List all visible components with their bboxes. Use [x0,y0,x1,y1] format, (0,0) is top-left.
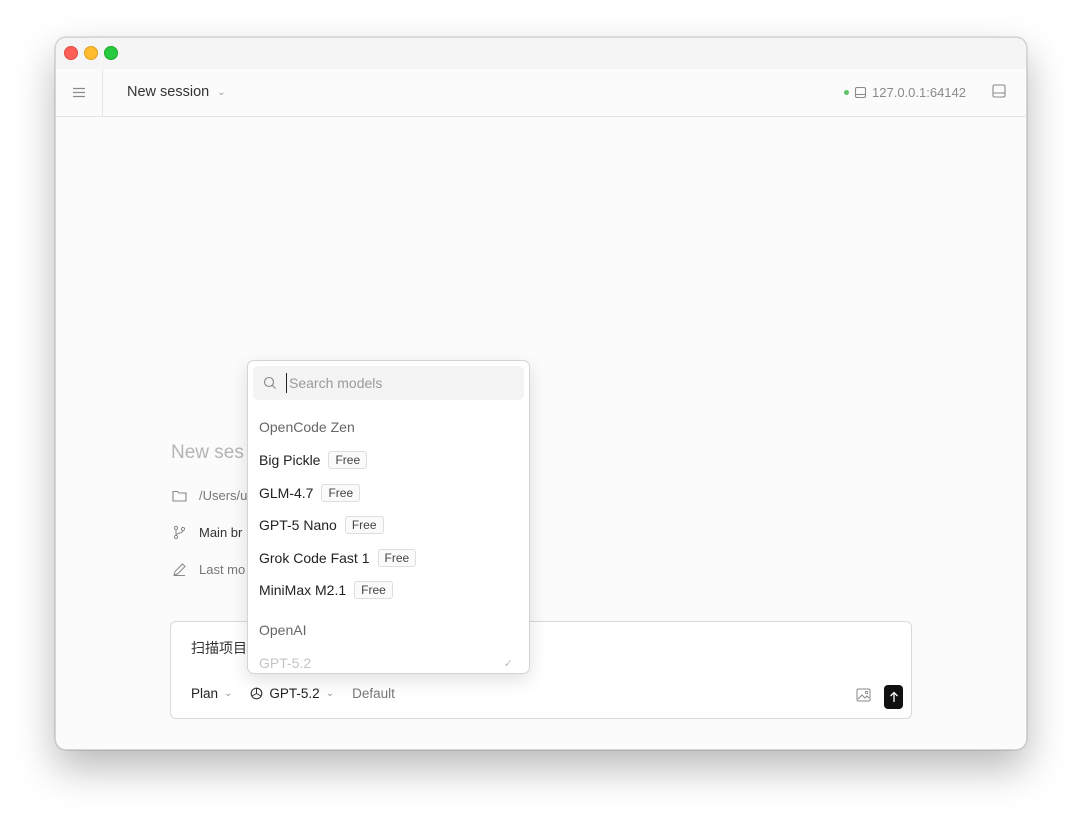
sidebar-toggle-button[interactable] [56,69,103,116]
pencil-icon [173,563,186,576]
arrow-up-icon [889,691,898,702]
model-name: MiniMax M2.1 [259,582,347,598]
folder-icon [172,490,187,502]
server-status[interactable]: 127.0.0.1:64142 [844,85,966,100]
search-icon [263,376,276,389]
variant-selector[interactable]: Default [352,686,395,701]
session-title-dropdown[interactable]: New session ⌄ [127,84,226,100]
last-modified-row: Last mo [172,562,245,577]
variant-label: Default [352,686,395,701]
session-title: New session [127,84,210,100]
mode-label: Plan [191,686,219,701]
model-selector[interactable]: GPT-5.2 ⌄ [250,686,334,701]
selected-check-icon: ✓ [503,658,513,670]
model-option-minimax-m2-1[interactable]: MiniMax M2.1 Free [259,581,393,599]
mode-selector[interactable]: Plan ⌄ [191,686,232,701]
model-option-gpt-5-nano[interactable]: GPT-5 Nano Free [259,516,384,534]
new-session-heading: New ses [171,442,244,463]
minimize-window-button[interactable] [84,46,98,60]
group-label-opencode-zen: OpenCode Zen [259,419,355,435]
free-badge: Free [344,516,384,534]
free-badge: Free [328,451,368,469]
model-picker-dropdown: OpenCode Zen Big Pickle Free GLM-4.7 Fre… [247,360,530,674]
model-label: GPT-5.2 [269,686,320,701]
model-option-big-pickle[interactable]: Big Pickle Free [259,451,368,469]
last-modified: Last mo [199,562,246,577]
model-option-gpt-5-2[interactable]: GPT-5.2 [259,655,311,671]
close-window-button[interactable] [64,46,78,60]
attach-image-button[interactable] [856,688,871,707]
project-path: /Users/u [199,488,248,503]
branch-name: Main br [199,525,243,540]
free-badge: Free [321,484,361,502]
send-button[interactable] [884,685,903,709]
toggle-panel-button[interactable] [992,84,1006,103]
hamburger-menu-icon [73,87,85,98]
chevron-down-icon: ⌄ [325,688,335,699]
chevron-down-icon: ⌄ [224,688,233,699]
model-option-grok-code-fast-1[interactable]: Grok Code Fast 1 Free [259,549,417,567]
status-online-dot [844,90,850,95]
chevron-down-icon: ⌄ [217,86,226,98]
panel-bottom-icon [992,84,1006,98]
model-search-box [253,366,524,400]
title-bar [56,38,1026,70]
session-header: New session ⌄ 127.0.0.1:64142 [56,69,1026,117]
server-address: 127.0.0.1:64142 [872,85,966,100]
branch-row: Main br [172,525,242,540]
model-name: GLM-4.7 [259,485,314,501]
image-icon [856,688,871,702]
server-icon [854,86,867,99]
model-option-glm-4-7[interactable]: GLM-4.7 Free [259,484,361,502]
project-path-row: /Users/u [172,488,247,503]
model-search-input[interactable] [286,373,519,393]
free-badge: Free [377,549,417,567]
free-badge: Free [354,581,393,599]
openai-logo-icon [251,687,263,700]
git-branch-icon [173,525,186,540]
composer-toolbar: Plan ⌄ GPT-5.2 ⌄ Default [191,686,413,701]
group-label-openai: OpenAI [259,622,307,638]
model-name: GPT-5 Nano [259,517,337,533]
prompt-input[interactable]: 扫描项目 [191,638,247,658]
model-name: Big Pickle [259,452,321,468]
model-name: GPT-5.2 [259,655,312,671]
model-name: Grok Code Fast 1 [259,550,370,566]
maximize-window-button[interactable] [104,46,118,60]
app-window: New session ⌄ 127.0.0.1:64142 New ses /U… [55,37,1027,750]
